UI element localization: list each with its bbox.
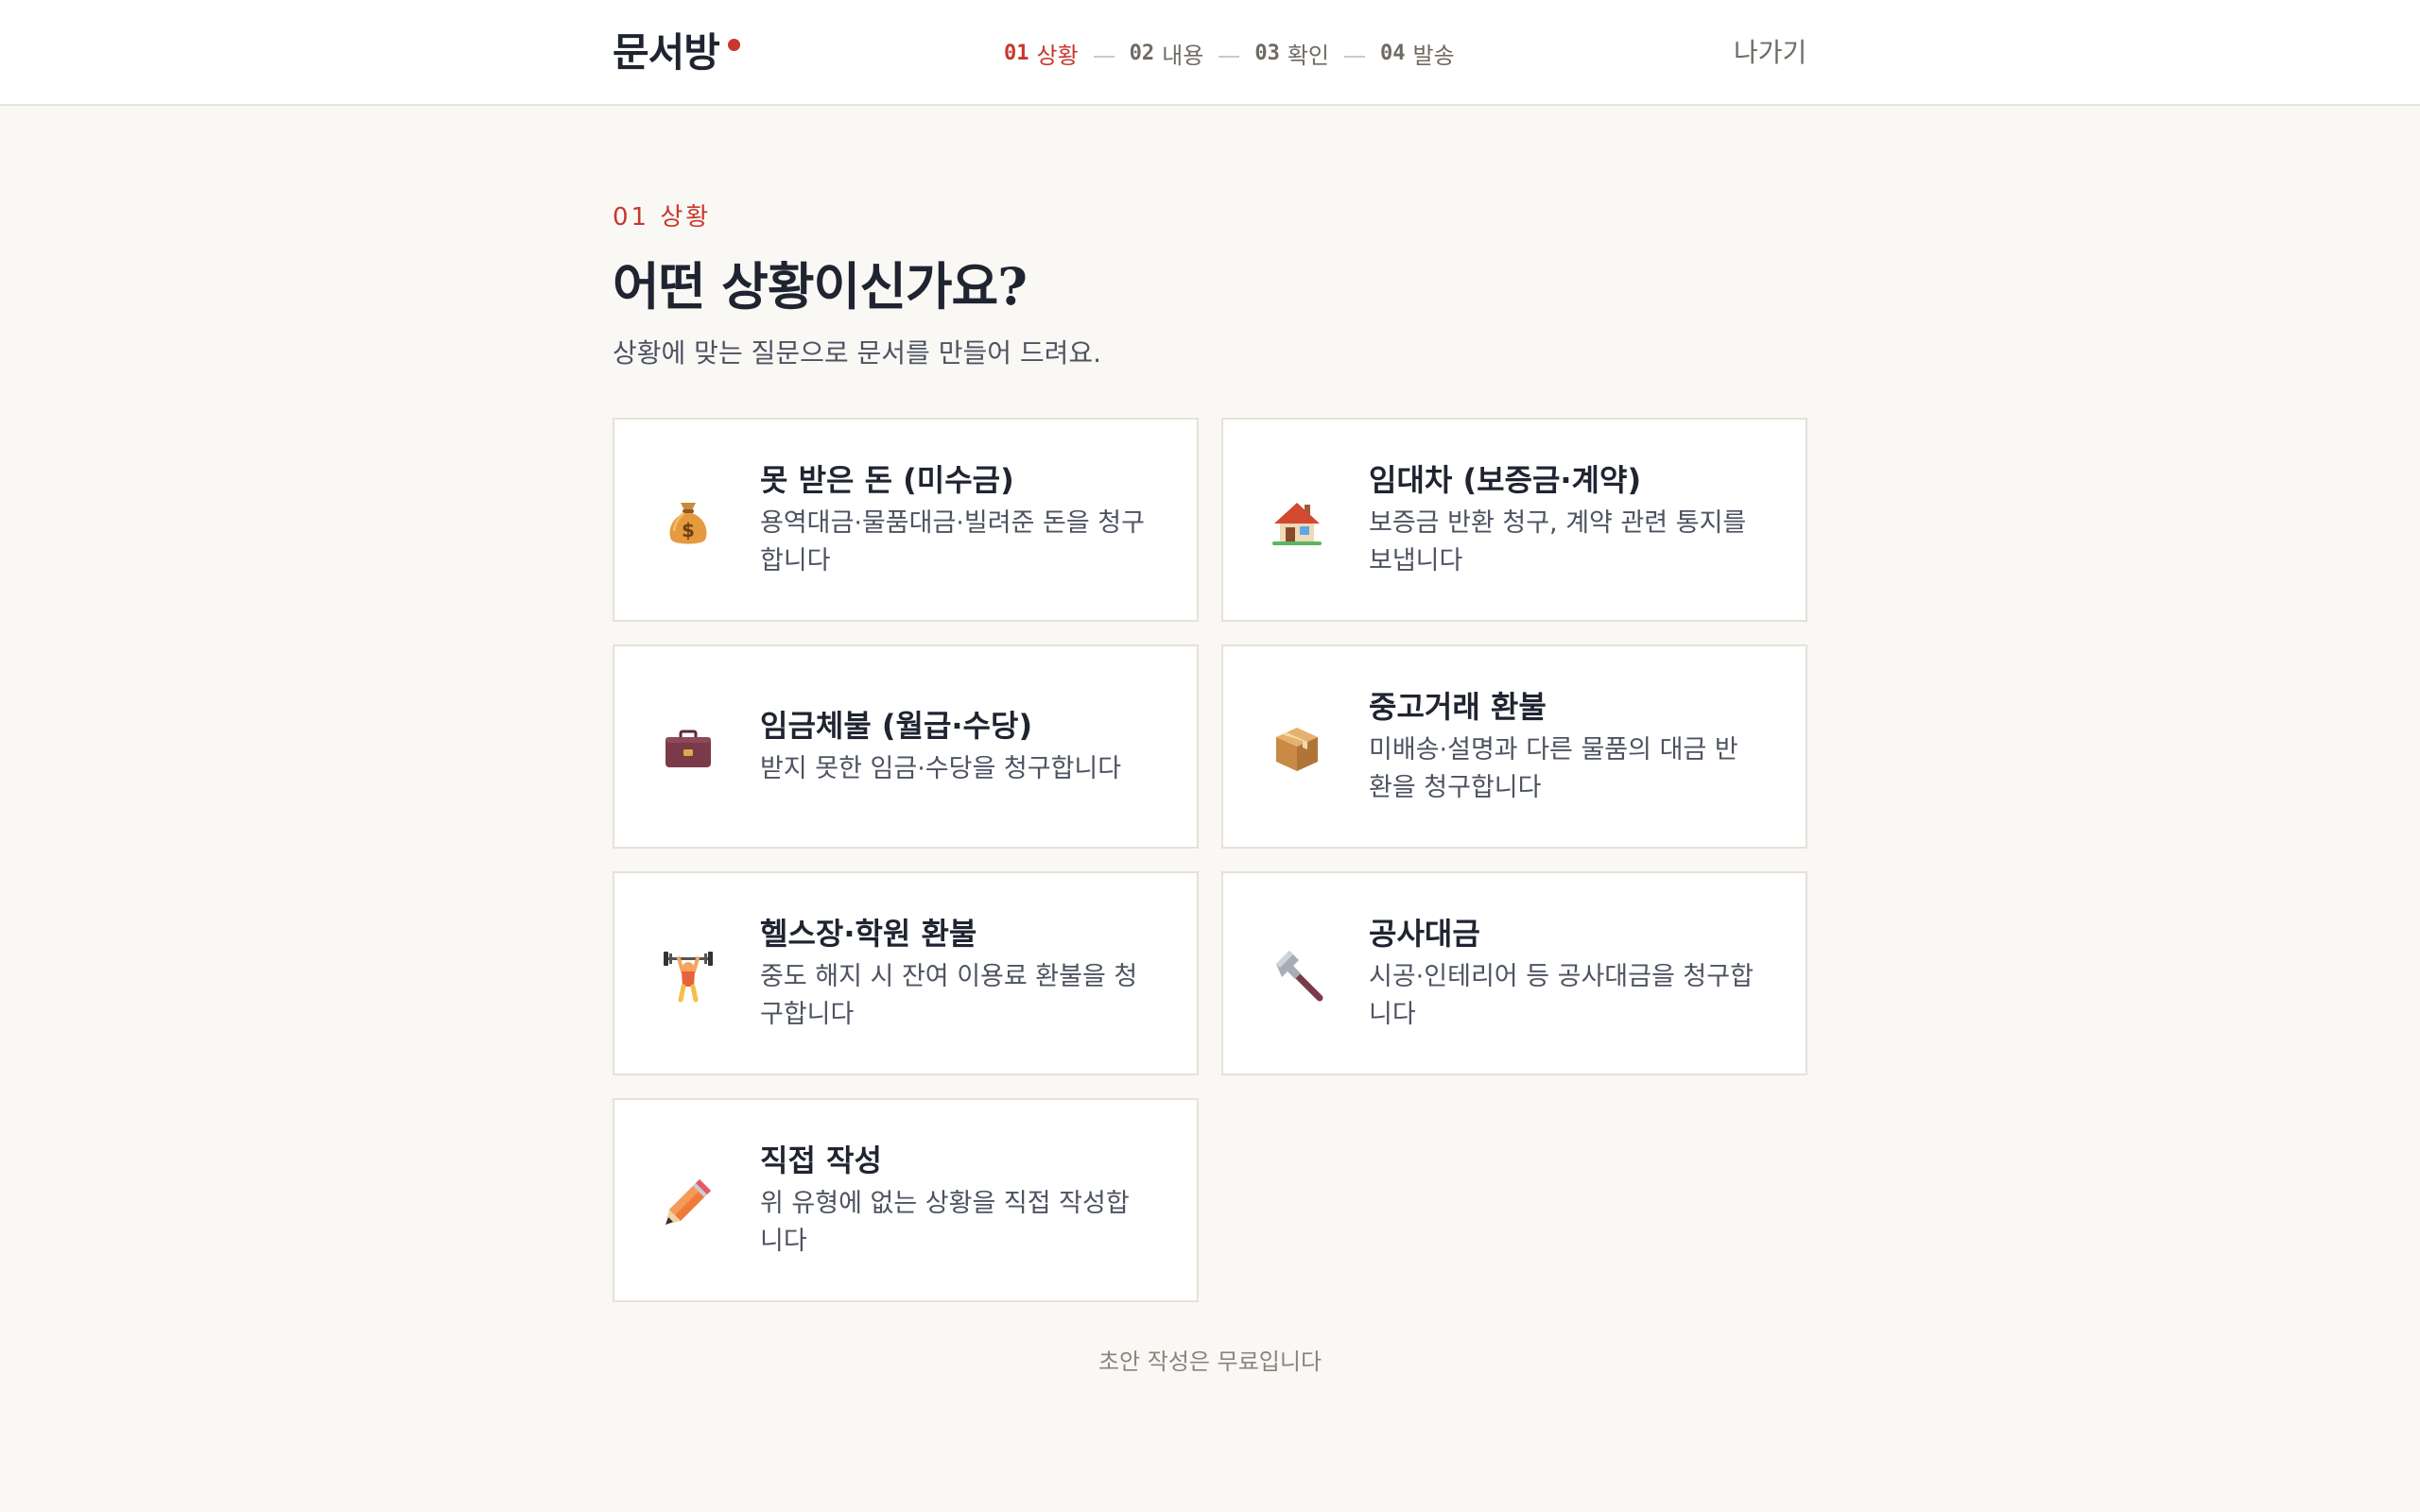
package-icon xyxy=(1276,728,1318,771)
page-subtitle: 상황에 맞는 질문으로 문서를 만들어 드려요. xyxy=(613,337,1102,369)
situation-card-unpaid-wages[interactable]: 임금체불 (월급·수당) 받지 못한 임금·수당을 청구합니다 xyxy=(613,644,1199,849)
card-text: 중고거래 환불 미배송·설명과 다른 물품의 대금 반환을 청구합니다 xyxy=(1369,646,1760,847)
card-title: 임대차 (보증금·계약) xyxy=(1369,462,1642,498)
step-number: 01 xyxy=(1004,41,1029,65)
top-bar: 문서방 01 상황 02 내용 03 확인 04 발송 나가기 xyxy=(0,0,2420,106)
step-number: 03 xyxy=(1254,41,1280,65)
step-3: 03 확인 xyxy=(1254,37,1329,70)
free-draft-note: 초안 작성은 무료입니다 xyxy=(1098,1349,1322,1375)
step-label: 내용 xyxy=(1162,42,1204,69)
card-text: 공사대금 시공·인테리어 등 공사대금을 청구합니다 xyxy=(1369,873,1760,1074)
svg-text:$: $ xyxy=(682,519,695,541)
briefcase-icon xyxy=(666,730,711,767)
card-title: 임금체불 (월급·수당) xyxy=(760,708,1033,744)
card-text: 임금체불 (월급·수당) 받지 못한 임금·수당을 청구합니다 xyxy=(760,646,1151,847)
card-description: 보증금 반환 청구, 계약 관련 통지를 보냅니다 xyxy=(1369,508,1747,576)
hammer-icon xyxy=(1276,951,1323,1002)
card-description: 중도 해지 시 잔여 이용료 환불을 청구합니다 xyxy=(760,962,1138,1029)
step-eyebrow: 01 상황 xyxy=(613,203,712,232)
situation-card-unpaid-money[interactable]: $ 못 받은 돈 (미수금) 용역대금·물품대금·빌려준 돈을 청구합니다 xyxy=(613,418,1199,622)
pencil-icon xyxy=(666,1179,711,1225)
page-title: 어떤 상황이신가요? xyxy=(613,256,1028,317)
step-number: 02 xyxy=(1129,41,1155,65)
situation-card-construction-payment[interactable]: 공사대금 시공·인테리어 등 공사대금을 청구합니다 xyxy=(1221,871,1807,1075)
situation-card-gym-academy-refund[interactable]: 헬스장·학원 환불 중도 해지 시 잔여 이용료 환불을 청구합니다 xyxy=(613,871,1199,1075)
step-separator xyxy=(1093,56,1115,58)
card-text: 직접 작성 위 유형에 없는 상황을 직접 작성합니다 xyxy=(760,1100,1151,1300)
card-description: 시공·인테리어 등 공사대금을 청구합니다 xyxy=(1369,962,1754,1029)
card-description: 용역대금·물품대금·빌려준 돈을 청구합니다 xyxy=(760,508,1145,576)
card-title: 공사대금 xyxy=(1369,916,1480,952)
step-2: 02 내용 xyxy=(1130,37,1204,70)
card-description: 위 유형에 없는 상황을 직접 작성합니다 xyxy=(760,1189,1130,1256)
step-1: 01 상황 xyxy=(1004,37,1079,70)
logo-dot xyxy=(728,39,740,51)
step-label: 발송 xyxy=(1412,42,1455,69)
card-title: 중고거래 환불 xyxy=(1369,689,1547,725)
house-icon xyxy=(1272,503,1322,545)
exit-button[interactable]: 나가기 xyxy=(1734,34,1806,72)
situation-card-used-trade-refund[interactable]: 중고거래 환불 미배송·설명과 다른 물품의 대금 반환을 청구합니다 xyxy=(1221,644,1807,849)
money-bag-icon: $ xyxy=(669,503,707,544)
card-title: 헬스장·학원 환불 xyxy=(760,916,977,952)
app-logo[interactable]: 문서방 xyxy=(613,26,720,79)
step-separator xyxy=(1344,56,1366,58)
weightlifter-icon xyxy=(664,952,713,1003)
card-description: 받지 못한 임금·수당을 청구합니다 xyxy=(760,754,1122,783)
step-indicator: 01 상황 02 내용 03 확인 04 발송 xyxy=(1004,32,1455,74)
situation-card-lease[interactable]: 임대차 (보증금·계약) 보증금 반환 청구, 계약 관련 통지를 보냅니다 xyxy=(1221,418,1807,622)
card-text: 못 받은 돈 (미수금) 용역대금·물품대금·빌려준 돈을 청구합니다 xyxy=(760,420,1151,620)
step-number: 04 xyxy=(1380,41,1406,65)
card-text: 헬스장·학원 환불 중도 해지 시 잔여 이용료 환불을 청구합니다 xyxy=(760,873,1151,1074)
card-description: 미배송·설명과 다른 물품의 대금 반환을 청구합니다 xyxy=(1369,735,1738,802)
card-text: 임대차 (보증금·계약) 보증금 반환 청구, 계약 관련 통지를 보냅니다 xyxy=(1369,420,1760,620)
step-4: 04 발송 xyxy=(1380,37,1455,70)
step-label: 상황 xyxy=(1036,42,1079,69)
card-title: 직접 작성 xyxy=(760,1143,882,1178)
step-label: 확인 xyxy=(1287,42,1330,69)
card-title: 못 받은 돈 (미수금) xyxy=(760,462,1014,498)
situation-card-write-directly[interactable]: 직접 작성 위 유형에 없는 상황을 직접 작성합니다 xyxy=(613,1098,1199,1302)
step-separator xyxy=(1219,56,1240,58)
